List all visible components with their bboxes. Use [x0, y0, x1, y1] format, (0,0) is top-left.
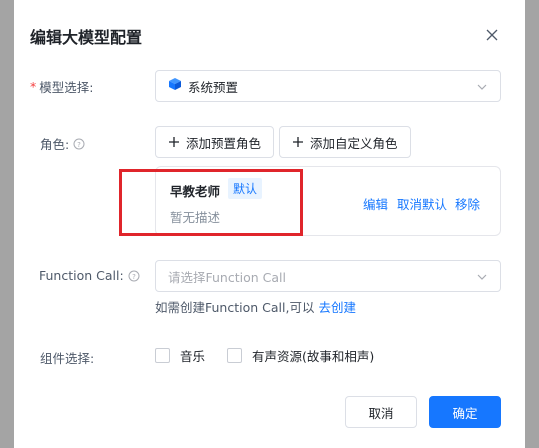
create-function-call-link[interactable]: 去创建: [318, 300, 356, 315]
remove-role-link[interactable]: 移除: [455, 194, 480, 213]
close-icon[interactable]: [484, 27, 500, 43]
music-checkbox[interactable]: [155, 348, 170, 363]
svg-text:?: ?: [132, 273, 136, 281]
music-checkbox-option[interactable]: 音乐: [155, 346, 205, 365]
function-call-hint-text: 如需创建Function Call,可以: [155, 300, 315, 315]
highlight-box: [119, 169, 303, 236]
model-select-label-text: 模型选择:: [39, 80, 94, 95]
page-backdrop-left: [0, 0, 14, 448]
function-call-select[interactable]: 请选择Function Call: [155, 260, 501, 292]
dialog-title: 编辑大模型配置: [30, 28, 143, 47]
component-select-label: 组件选择:: [40, 348, 94, 367]
role-label-text: 角色:: [40, 137, 70, 152]
model-select-value: 系统预置: [188, 79, 239, 95]
unset-default-link[interactable]: 取消默认: [397, 194, 447, 213]
function-call-placeholder: 请选择Function Call: [168, 269, 286, 285]
add-preset-role-label: 添加预置角色: [186, 135, 262, 151]
function-call-label-text: Function Call:: [39, 268, 124, 283]
cube-icon: [168, 77, 182, 95]
add-custom-role-label: 添加自定义角色: [310, 135, 398, 151]
cancel-button[interactable]: 取消: [345, 396, 417, 428]
add-custom-role-button[interactable]: 添加自定义角色: [279, 126, 411, 158]
page-backdrop-right: [525, 0, 539, 448]
plus-icon: [292, 136, 304, 148]
help-icon: ?: [73, 138, 85, 150]
audio-resource-checkbox-option[interactable]: 有声资源(故事和相声): [227, 346, 374, 365]
music-checkbox-label: 音乐: [180, 349, 206, 364]
function-call-hint: 如需创建Function Call,可以 去创建: [155, 297, 356, 316]
edit-model-config-dialog: 编辑大模型配置 * 模型选择: 系统预置 角色: ? 添加预置角色 添加自定义角…: [14, 0, 525, 448]
component-select-label-text: 组件选择:: [40, 351, 95, 366]
plus-icon: [168, 136, 180, 148]
help-icon: ?: [128, 270, 140, 282]
audio-resource-checkbox[interactable]: [227, 348, 242, 363]
chevron-down-icon: [476, 271, 488, 283]
confirm-button[interactable]: 确定: [429, 396, 501, 428]
required-mark: *: [30, 79, 37, 94]
edit-role-link[interactable]: 编辑: [363, 194, 388, 213]
audio-resource-checkbox-label: 有声资源(故事和相声): [252, 349, 375, 364]
svg-text:?: ?: [77, 141, 81, 149]
add-preset-role-button[interactable]: 添加预置角色: [155, 126, 275, 158]
role-label: 角色: ?: [40, 134, 85, 153]
model-select[interactable]: 系统预置: [155, 70, 501, 102]
function-call-label: Function Call: ?: [39, 268, 140, 283]
model-select-label: * 模型选择:: [30, 77, 93, 96]
chevron-down-icon: [476, 81, 488, 93]
